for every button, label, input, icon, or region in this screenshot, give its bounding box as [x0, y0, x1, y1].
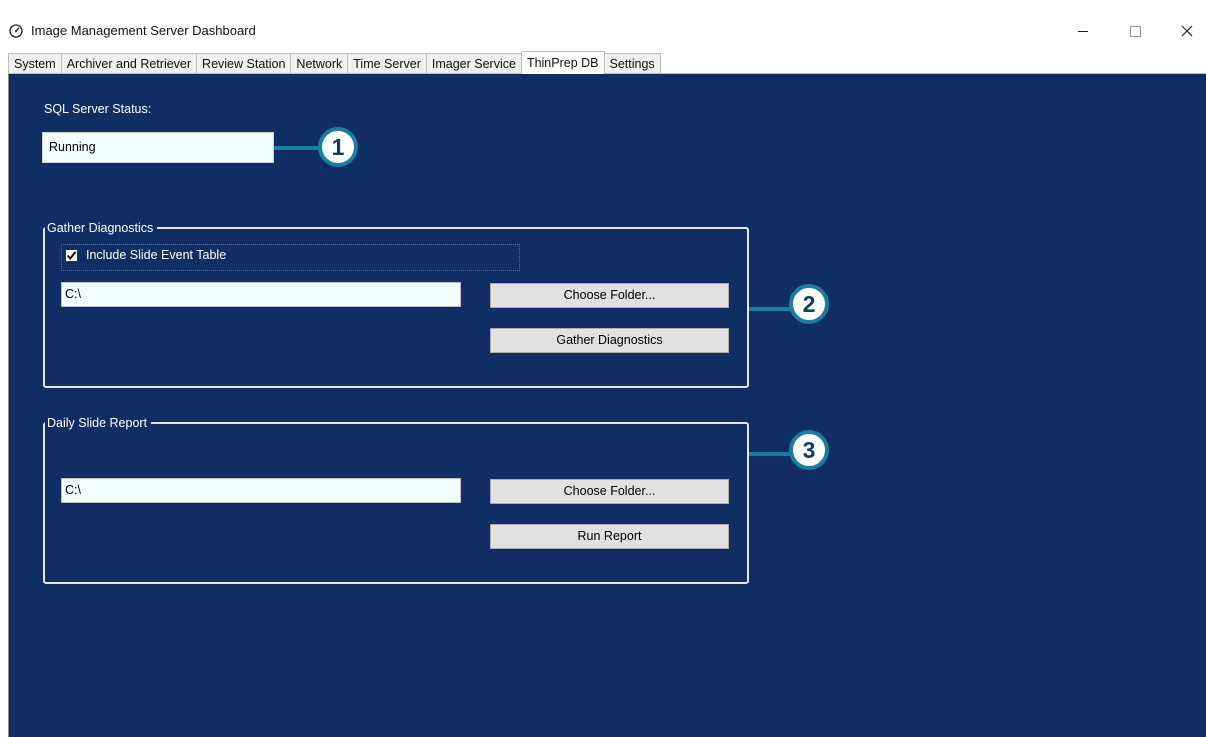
maximize-button[interactable] [1112, 14, 1158, 48]
gather-diagnostics-button[interactable]: Gather Diagnostics [490, 328, 729, 353]
tab-network[interactable]: Network [290, 53, 349, 74]
minimize-button[interactable] [1060, 14, 1106, 48]
callout-3-leader [749, 452, 791, 456]
title-bar: Image Management Server Dashboard [0, 14, 1206, 50]
close-button[interactable] [1164, 14, 1206, 48]
minimize-icon [1078, 30, 1088, 32]
gather-choose-folder-button[interactable]: Choose Folder... [490, 283, 729, 308]
tab-strip: System Archiver and Retriever Review Sta… [8, 51, 661, 74]
report-choose-folder-button[interactable]: Choose Folder... [490, 479, 729, 504]
include-slide-event-label[interactable]: Include Slide Event Table [86, 248, 226, 262]
tab-archiver-and-retriever[interactable]: Archiver and Retriever [60, 53, 198, 74]
tab-time-server[interactable]: Time Server [347, 53, 427, 74]
report-path-field[interactable]: C:\ [61, 478, 461, 503]
tab-review-station[interactable]: Review Station [196, 53, 292, 74]
callout-2-badge: 2 [789, 284, 829, 324]
dashboard-icon [9, 24, 23, 38]
tab-settings[interactable]: Settings [603, 53, 661, 74]
callout-1-leader [274, 146, 320, 150]
gather-diagnostics-title: Gather Diagnostics [45, 220, 158, 236]
callout-3-badge: 3 [789, 430, 829, 470]
thinprep-db-panel [8, 74, 1206, 737]
tab-thinprep-db[interactable]: ThinPrep DB [520, 51, 605, 74]
background-window-edge [0, 0, 1206, 14]
tab-imager-service[interactable]: Imager Service [425, 53, 522, 74]
callout-2-leader [749, 307, 791, 311]
window-title: Image Management Server Dashboard [31, 23, 256, 38]
run-report-button[interactable]: Run Report [490, 524, 729, 549]
sql-status-label: SQL Server Status: [44, 102, 152, 116]
gather-path-field[interactable]: C:\ [61, 282, 461, 307]
checkmark-icon [66, 251, 77, 261]
callout-1-badge: 1 [318, 127, 358, 167]
sql-status-field: Running [42, 132, 274, 163]
daily-slide-report-title: Daily Slide Report [45, 415, 152, 431]
include-slide-event-checkbox[interactable] [65, 249, 78, 262]
maximize-icon [1129, 25, 1141, 37]
close-icon [1181, 25, 1193, 37]
tab-system[interactable]: System [8, 53, 62, 74]
